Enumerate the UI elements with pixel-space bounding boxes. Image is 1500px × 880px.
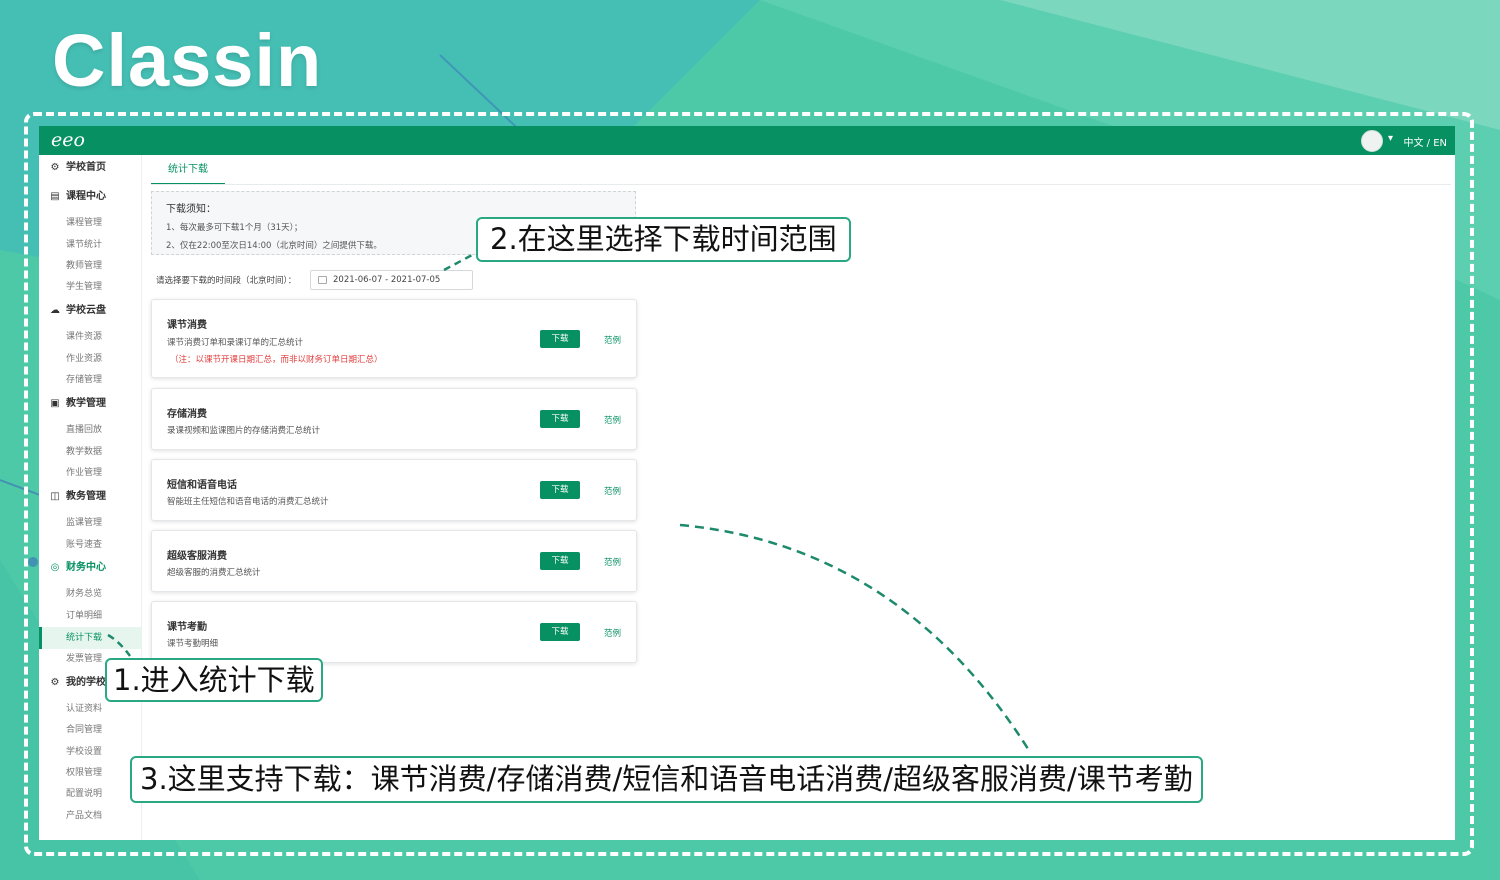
tab-divider — [151, 184, 1451, 185]
sidebar-item[interactable]: 权限管理 — [39, 766, 142, 780]
card-storage-consumption: 存储消费 录课视频和监课图片的存储消费汇总统计 下载 范例 — [151, 388, 637, 450]
sidebar-group-academic[interactable]: ◫ 教务管理 — [39, 490, 142, 504]
sidebar-item[interactable]: 学生管理 — [39, 280, 142, 294]
sidebar-item[interactable]: 作业资源 — [39, 352, 142, 366]
sidebar-item[interactable]: 作业管理 — [39, 466, 142, 480]
sidebar-group-teaching[interactable]: ▣ 教学管理 — [39, 397, 142, 411]
sidebar-item[interactable]: 配置说明 — [39, 787, 142, 801]
card-title: 存储消费 — [167, 409, 207, 420]
card-title: 课节考勤 — [167, 622, 207, 633]
calendar-icon: ▤ — [50, 191, 60, 202]
sidebar-item[interactable]: 合同管理 — [39, 723, 142, 737]
card-sms-voice: 短信和语音电话 智能班主任短信和语音电话的消费汇总统计 下载 范例 — [151, 459, 637, 521]
sidebar: ⚙ 学校首页 ▤ 课程中心 课程管理 课节统计 教师管理 学生管理 ☁ 学校云盘 课件… — [39, 155, 142, 840]
sidebar-item[interactable]: 存储管理 — [39, 373, 142, 387]
sidebar-item[interactable]: 课节统计 — [39, 238, 142, 252]
example-link[interactable]: 范例 — [604, 556, 621, 568]
sidebar-item[interactable]: 监课管理 — [39, 516, 142, 530]
finance-icon: ◎ — [50, 562, 60, 573]
card-desc: 智能班主任短信和语音电话的消费汇总统计 — [167, 497, 329, 507]
download-button[interactable]: 下载 — [540, 623, 580, 641]
sidebar-item[interactable]: 认证资料 — [39, 702, 142, 716]
card-desc: 课节消费订单和录课订单的汇总统计 — [167, 338, 304, 348]
sidebar-item[interactable]: 财务总览 — [39, 587, 142, 601]
avatar[interactable] — [1361, 130, 1383, 152]
example-link[interactable]: 范例 — [604, 627, 621, 639]
sidebar-group-finance[interactable]: ◎ 财务中心 — [39, 561, 142, 575]
sidebar-group-cloud[interactable]: ☁ 学校云盘 — [39, 304, 142, 318]
chevron-down-icon[interactable]: ▾ — [1388, 133, 1393, 144]
card-attendance: 课节考勤 课节考勤明细 下载 范例 — [151, 601, 637, 663]
download-button[interactable]: 下载 — [540, 410, 580, 428]
card-lesson-consumption: 课节消费 课节消费订单和录课订单的汇总统计 （注：以课节开课日期汇总，而非以财务… — [151, 299, 637, 378]
card-desc: 录课视频和监课图片的存储消费汇总统计 — [167, 426, 321, 436]
example-link[interactable]: 范例 — [604, 334, 621, 346]
top-bar: eeo ▾ 中文 / EN — [39, 126, 1455, 155]
callout-step3: 3.这里支持下载：课节消费/存储消费/短信和语音电话消费/超级客服消费/课节考勤 — [130, 756, 1203, 803]
tab-stat-download[interactable]: 统计下载 — [151, 161, 225, 185]
example-link[interactable]: 范例 — [604, 414, 621, 426]
notice-title: 下载须知： — [166, 204, 216, 215]
sidebar-item[interactable]: 产品文档 — [39, 809, 142, 823]
sidebar-item[interactable]: 账号速查 — [39, 538, 142, 552]
callout-step1: 1.进入统计下载 — [105, 658, 323, 702]
card-desc: 课节考勤明细 — [167, 639, 219, 649]
board-icon: ▣ — [50, 398, 60, 409]
download-button[interactable]: 下载 — [540, 552, 580, 570]
date-range-value: 2021-06-07 - 2021-07-05 — [333, 275, 441, 285]
language-switch[interactable]: 中文 / EN — [1403, 134, 1447, 149]
sidebar-item[interactable]: 订单明细 — [39, 609, 142, 623]
calendar-icon — [318, 276, 327, 284]
grid-icon: ◫ — [50, 491, 60, 502]
download-button[interactable]: 下载 — [540, 330, 580, 348]
sidebar-item[interactable]: 直播回放 — [39, 423, 142, 437]
home-gear-icon: ⚙ — [50, 162, 60, 173]
card-desc: 超级客服的消费汇总统计 — [167, 568, 261, 578]
sidebar-item[interactable]: 课件资源 — [39, 330, 142, 344]
card-note: （注：以课节开课日期汇总，而非以财务订单日期汇总） — [170, 355, 383, 365]
date-range-picker[interactable]: 2021-06-07 - 2021-07-05 — [310, 270, 473, 290]
sidebar-item[interactable]: 教学数据 — [39, 445, 142, 459]
sidebar-item-stat-download[interactable]: 统计下载 — [39, 627, 142, 649]
date-range-label: 请选择要下载的时间段（北京时间）： — [156, 276, 297, 286]
download-button[interactable]: 下载 — [540, 481, 580, 499]
sidebar-item[interactable]: 学校设置 — [39, 745, 142, 759]
card-title: 超级客服消费 — [167, 551, 227, 562]
sidebar-group-course[interactable]: ▤ 课程中心 — [39, 190, 142, 204]
sidebar-item[interactable]: 课程管理 — [39, 216, 142, 230]
card-title: 短信和语音电话 — [167, 480, 237, 491]
cloud-icon: ☁ — [50, 305, 60, 316]
example-link[interactable]: 范例 — [604, 485, 621, 497]
school-gear-icon: ⚙ — [50, 677, 60, 688]
card-title: 课节消费 — [167, 320, 207, 331]
classin-brand-logo: Classin — [52, 19, 323, 102]
callout-step2: 2.在这里选择下载时间范围 — [476, 217, 851, 262]
sidebar-item[interactable]: 教师管理 — [39, 259, 142, 273]
eeo-logo: eeo — [51, 129, 85, 151]
card-super-service: 超级客服消费 超级客服的消费汇总统计 下载 范例 — [151, 530, 637, 592]
sidebar-group-home[interactable]: ⚙ 学校首页 — [39, 161, 142, 175]
